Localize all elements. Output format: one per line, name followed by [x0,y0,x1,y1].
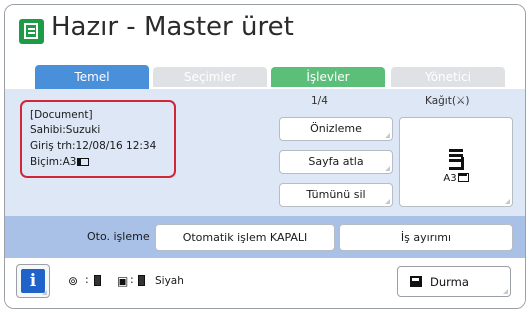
master-make-icon [19,19,44,44]
preview-button[interactable]: Önizleme [279,117,393,141]
info-button[interactable]: i [16,264,50,298]
job-separator-button[interactable]: İş ayırımı [339,224,513,251]
preview-button-label: Önizleme [310,122,362,135]
paper-tray-icon [449,149,465,171]
ink-drum-icon: ⊚ [68,274,79,288]
paper-label: Kağıt(⚔) [425,95,469,107]
auto-process-row: Oto. işleme Otomatik işlem KAPALI İş ayı… [5,216,525,258]
document-info-box: [Document] Sahibi:Suzuki Giriş trh:12/08… [20,100,176,178]
paper-size-label: A3 [443,173,457,184]
title-bar: Hazır - Master üret [5,5,525,63]
main-panel: [Document] Sahibi:Suzuki Giriş trh:12/08… [5,89,525,216]
paper-size: A3 [400,173,512,184]
ink-color-label: Siyah [155,275,184,287]
auto-process-label: Oto. işleme [87,230,150,243]
paper-label-end: ) [465,95,470,107]
paper-button[interactable]: A3 [399,117,513,207]
document-date: Giriş trh:12/08/16 12:34 [30,140,157,152]
stop-button[interactable]: Durma [397,266,511,297]
document-owner: Sahibi:Suzuki [30,124,101,136]
printer-panel-window: Hazır - Master üret Temel Seçimler İşlev… [4,4,526,309]
skip-page-button-label: Sayfa atla [308,155,364,168]
document-format-label: Biçim:A3 [30,156,77,168]
master-roll-icon: ▣ [117,274,129,288]
paper-label-text: Kağıt( [425,95,456,107]
page-title: Hazır - Master üret [51,12,294,42]
skip-page-button[interactable]: Sayfa atla [279,150,393,174]
page-counter: 1/4 [311,95,328,107]
tab-yonetici[interactable]: Yönetici [391,67,505,87]
ink-level-indicator [94,275,101,286]
delete-all-button[interactable]: Tümünü sil [279,183,393,207]
delete-all-button-label: Tümünü sil [306,188,366,201]
stop-icon [410,276,422,287]
ink-colon: : [85,273,89,286]
status-bar: i ⊚ : ▣ : Siyah Durma [5,258,525,308]
stop-button-label: Durma [430,275,469,289]
paper-settings-icon: ⚔ [455,95,466,107]
portrait-paper-icon [77,158,90,166]
document-format: Biçim:A3 [30,156,90,168]
auto-process-button[interactable]: Otomatik işlem KAPALI [155,224,335,251]
master-level-indicator [138,275,145,286]
tab-temel[interactable]: Temel [35,65,149,89]
tab-islevler[interactable]: İşlevler [271,67,385,87]
master-colon: : [130,273,134,286]
landscape-paper-icon [457,173,469,182]
document-name: [Document] [30,109,93,121]
tab-secimler[interactable]: Seçimler [153,67,267,87]
